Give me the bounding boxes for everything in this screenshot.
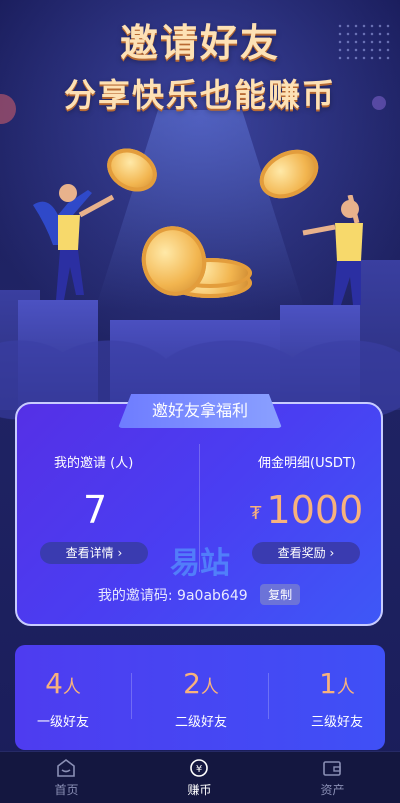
view-details-button[interactable]: 查看详情 › [40,542,148,564]
view-rewards-button[interactable]: 查看奖励 › [252,542,360,564]
person-right-illustration [302,195,363,305]
level-divider [268,673,269,719]
level-unit: 人 [200,677,219,698]
level-count: 4 [45,667,63,700]
copy-button[interactable]: 复制 [260,584,301,605]
person-left-illustration [33,184,115,300]
level-name: 一级好友 [36,715,89,730]
home-icon [57,759,75,777]
hero-title: 邀请好友 [119,21,280,65]
friend-levels-panel: 4人 一级好友 2人 二级好友 1人 三级好友 [15,645,385,750]
commission-amount-row: ₮ 1000 [250,488,363,532]
tab-label: 赚币 [187,783,212,797]
wallet-icon [323,761,341,776]
tab-label: 首页 [54,783,79,797]
view-rewards-label: 查看奖励 [277,546,326,560]
level-unit: 人 [62,677,81,698]
level-count: 1 [319,667,337,700]
level-count: 2 [183,667,201,700]
invite-panel-tab: 邀好友拿福利 [118,394,282,428]
view-details-label: 查看详情 [65,546,114,560]
level-divider [131,673,132,719]
level-name: 三级好友 [310,715,363,730]
tab-label: 资产 [320,783,345,797]
level-unit: 人 [336,677,355,698]
my-invites-count: 7 [83,488,108,532]
my-invites-label: 我的邀请 (人) [54,456,134,471]
watermark: 易站 [170,546,230,581]
tab-home[interactable]: 首页 [0,752,133,803]
chevron-right-icon: › [329,546,335,560]
tab-assets[interactable]: 资产 [266,752,399,803]
level-name: 二级好友 [174,715,227,730]
commission-label: 佣金明细(USDT) [258,456,356,471]
commission-amount: 1000 [266,488,364,532]
invite-code-text: 我的邀请码: 9a0ab649 [97,588,248,604]
earn-coin-icon: ¥ [190,759,208,777]
svg-text:¥: ¥ [196,764,202,775]
hero-subtitle: 分享快乐也能赚币 [63,76,336,114]
invite-code-row: 我的邀请码: 9a0ab649 复制 [15,584,383,605]
bottom-tab-bar: 首页 ¥ 赚币 资产 [0,751,400,803]
usdt-symbol-icon: ₮ [250,503,262,524]
chevron-right-icon: › [117,546,123,560]
tab-earn[interactable]: ¥ 赚币 [133,752,266,803]
